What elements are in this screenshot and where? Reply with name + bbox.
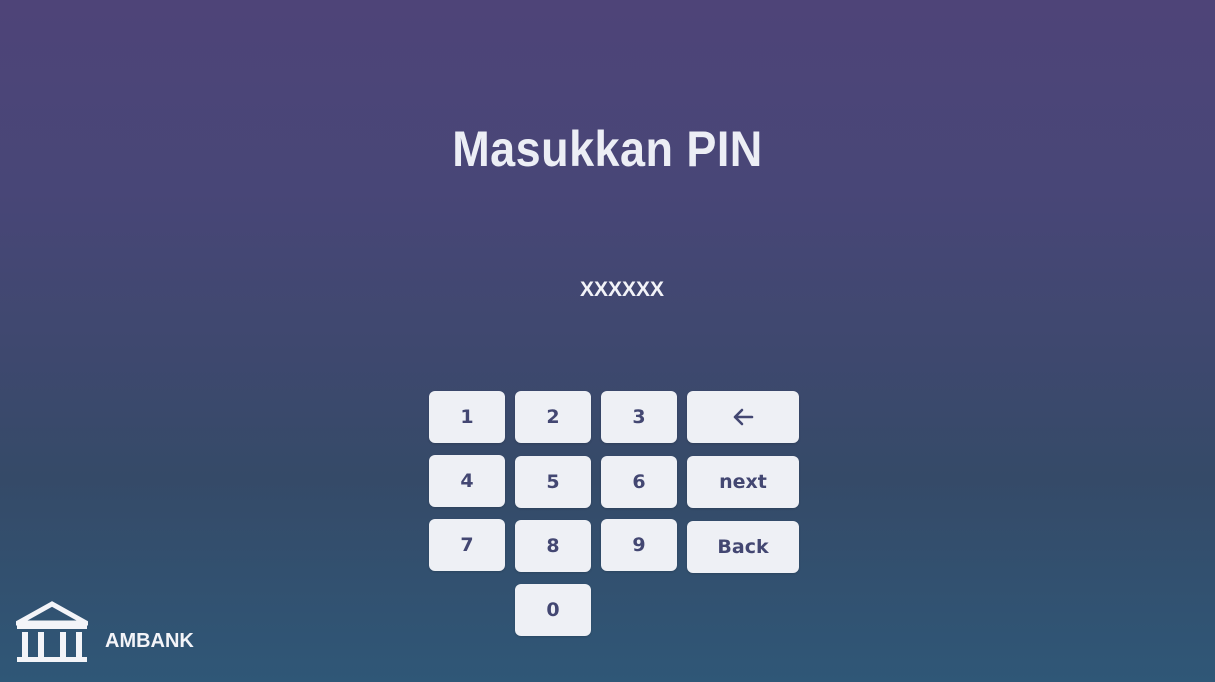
- key-1[interactable]: 1: [429, 391, 505, 443]
- pin-display: XXXXXX: [579, 278, 665, 301]
- key-2[interactable]: 2: [515, 391, 591, 443]
- brand-name: AMBANK: [105, 630, 194, 652]
- key-0[interactable]: 0: [515, 584, 591, 636]
- key-7[interactable]: 7: [429, 519, 505, 571]
- key-6[interactable]: 6: [601, 456, 677, 508]
- key-4[interactable]: 4: [429, 455, 505, 507]
- arrow-left-icon: [732, 408, 754, 426]
- bank-building-icon: [8, 601, 96, 663]
- key-9[interactable]: 9: [601, 519, 677, 571]
- backspace-button[interactable]: [687, 391, 799, 443]
- page-title: Masukkan PIN: [452, 121, 763, 177]
- back-button[interactable]: Back: [687, 521, 799, 573]
- key-8[interactable]: 8: [515, 520, 591, 572]
- key-5[interactable]: 5: [515, 456, 591, 508]
- next-button[interactable]: next: [687, 456, 799, 508]
- key-3[interactable]: 3: [601, 391, 677, 443]
